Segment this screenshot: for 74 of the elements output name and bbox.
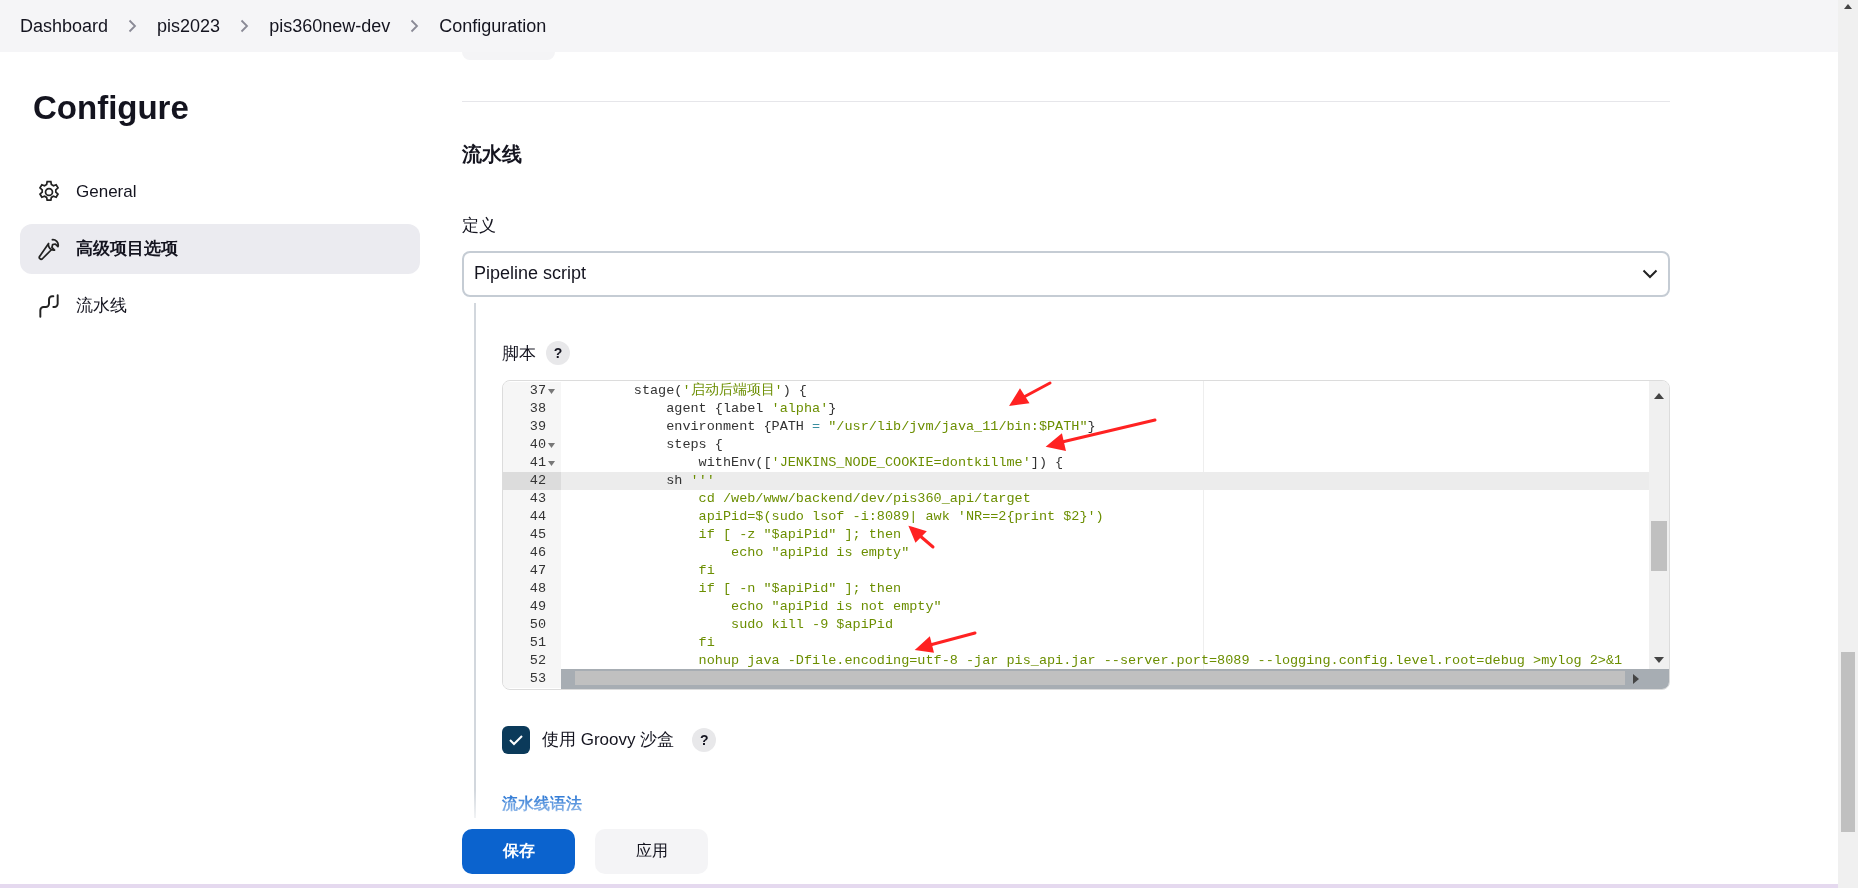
help-button[interactable]: ? [692,728,717,752]
scrollbar[interactable] [1838,0,1858,888]
line-number: 51 [503,634,561,652]
apply-button[interactable]: 应用 [595,828,708,874]
sidebar-item[interactable]: 流水线 [20,281,420,331]
line-number: 53 [503,670,561,688]
code-line: fi [697,634,715,652]
line-number: 38 [503,400,561,418]
chevron-down-icon [1642,268,1658,279]
code-line: agent {label 'alpha'} [665,400,837,418]
line-number: 37 [503,382,561,400]
line-number: 44 [503,508,561,526]
code-line: nohup java -Dfile.encoding=utf-8 -jar pis_api.jar --server.port=8089 --logging.config.level.root=debug >mylog 2>&1 [697,652,1623,670]
scroll-down-icon[interactable] [1654,657,1664,663]
scrollbar[interactable] [1649,381,1669,671]
scrollbar-thumb[interactable] [1651,521,1667,571]
code-line: stage('启动后端项目') { [632,382,807,400]
line-number: 52 [503,652,561,670]
code-line: apiPid=$(sudo lsof -i:8089| awk 'NR==2{print $2}') [697,508,1104,526]
code-line: environment {PATH = "/usr/lib/jvm/java_11/bin:$PATH"} [665,418,1096,436]
line-number: 49 [503,598,561,616]
breadcrumb-link[interactable]: pis2023 [157,12,221,40]
line-number: 48 [503,580,561,598]
code-line: withEnv(['JENKINS_NODE_COOKIE=dontkillme']) { [697,454,1064,472]
breadcrumb-link[interactable]: Dashboard [20,12,109,40]
line-number: 41 [503,454,561,472]
scrollbar-thumb[interactable] [1841,652,1855,832]
wrench-icon [36,236,62,262]
scroll-up-icon[interactable] [1654,393,1664,399]
pipeline-icon [36,293,62,319]
chevron-right-icon [240,19,250,33]
code-line: if [ -n "$apiPid" ]; then [697,580,902,598]
help-button[interactable]: ? [546,341,570,366]
code-line: fi [697,562,715,580]
line-number: 42 [503,472,561,490]
code-line: echo "apiPid is not empty" [730,598,942,616]
scrollbar-thumb[interactable] [575,671,1625,685]
line-number: 40 [503,436,561,454]
annotation-arrow [908,525,935,549]
line-number: 45 [503,526,561,544]
fold-icon[interactable] [548,388,555,394]
code-line: sudo kill -9 $apiPid [730,616,894,634]
breadcrumb-link[interactable]: Configuration [439,12,547,40]
checkmark-icon [508,734,524,746]
sidebar-item[interactable]: General [20,167,420,217]
section-heading: 流水线 [462,142,522,167]
scroll-right-icon[interactable] [1633,674,1639,684]
checkbox-label: 使用 Groovy 沙盒 [542,729,675,752]
code-line: sh ''' [665,472,715,490]
save-button[interactable]: 保存 [462,828,575,874]
line-number: 43 [503,490,561,508]
line-number: 46 [503,544,561,562]
definition-select[interactable]: Pipeline script [462,250,1670,297]
code-line: cd /web/www/backend/dev/pis360_api/target [697,490,1031,508]
fold-icon[interactable] [548,460,555,466]
code-line: if [ -z "$apiPid" ]; then [697,526,902,544]
line-number: 39 [503,418,561,436]
line-number: 47 [503,562,561,580]
chevron-right-icon [128,19,138,33]
chevron-right-icon [410,19,420,33]
field-label: 脚本 [502,342,536,365]
scrollbar[interactable] [561,669,1669,689]
line-number: 50 [503,616,561,634]
code-line: echo "apiPid is empty" [730,544,910,562]
code-line: steps { [665,436,723,454]
breadcrumb-link[interactable]: pis360new-dev [269,12,391,40]
annotation-arrow [1009,381,1052,406]
scroll-up-icon[interactable] [1844,4,1852,9]
page-title: Configure [33,88,189,128]
checkbox[interactable] [502,726,530,754]
field-label: 定义 [462,215,496,237]
sidebar-item[interactable]: 高级项目选项 [20,224,420,274]
fold-icon[interactable] [548,442,555,448]
annotation-arrow [914,631,977,653]
